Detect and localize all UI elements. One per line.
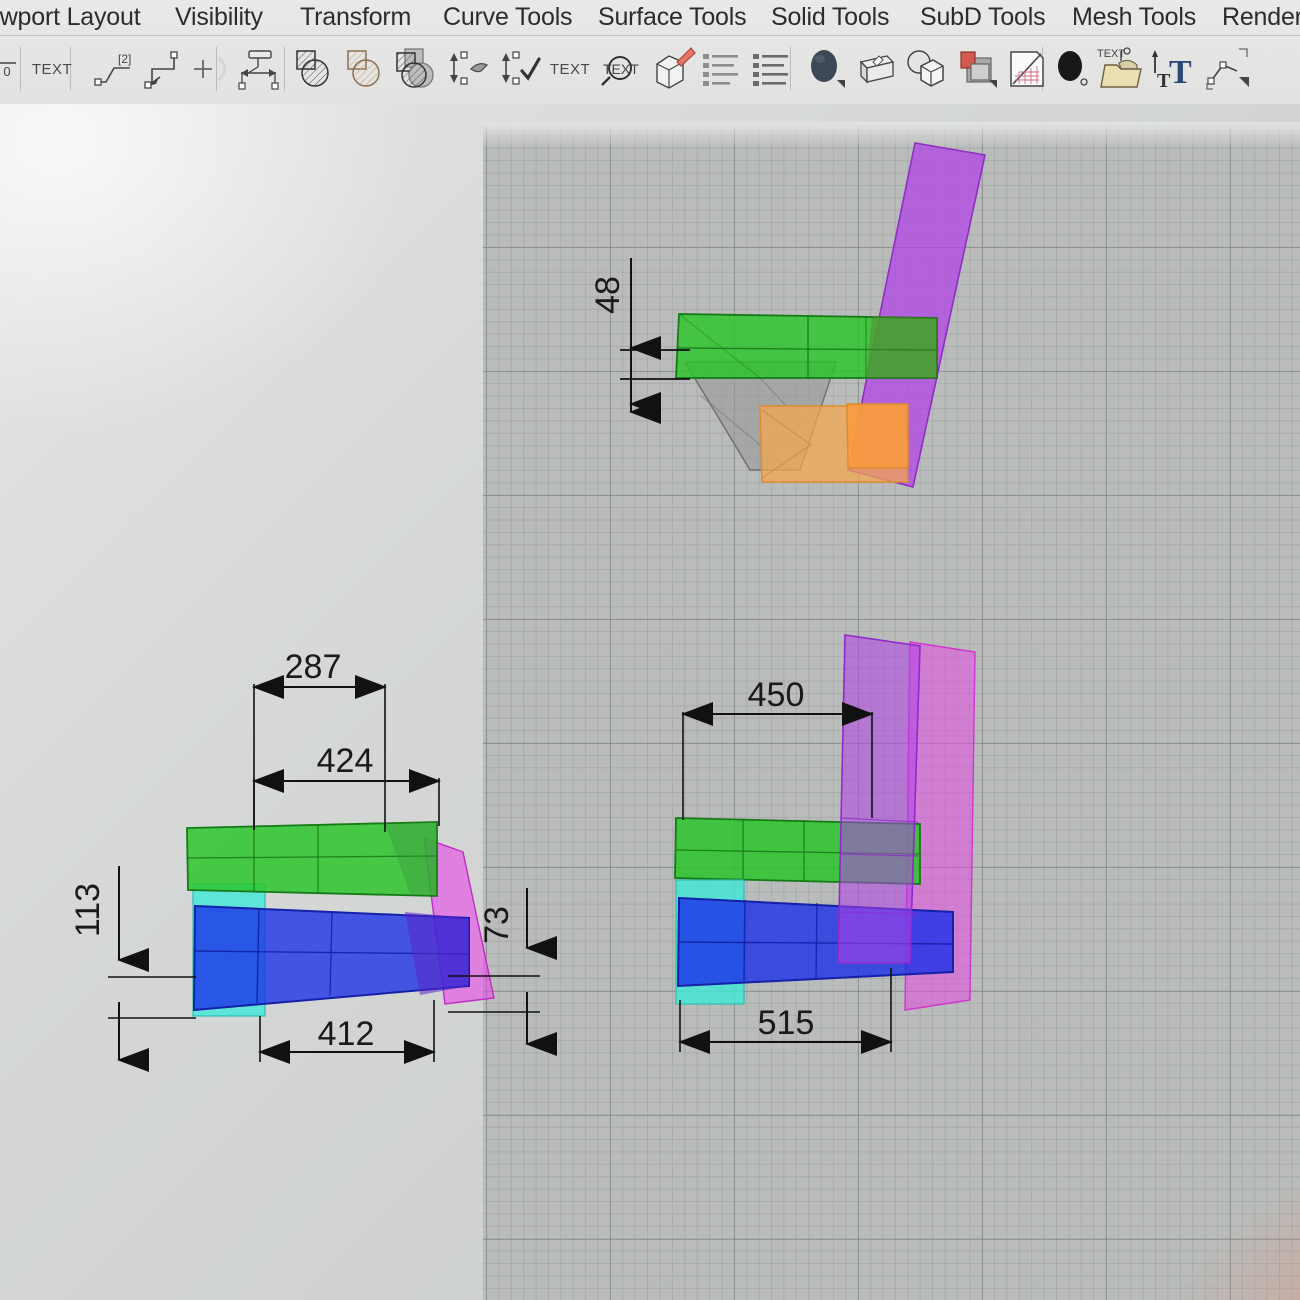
menu-bar: ewport Layout Visibility Transform Curve… [0, 0, 1300, 36]
boolean-intersect-icon[interactable] [392, 37, 444, 101]
svg-text:[2]: [2] [118, 52, 131, 66]
viewport-grid [483, 122, 1300, 1300]
text-dimension-label: TEXT [31, 60, 73, 78]
material-sphere-icon[interactable] [1050, 37, 1096, 101]
svg-text:0: 0 [3, 64, 10, 79]
box-paint-icon[interactable] [648, 37, 698, 101]
text-search-icon[interactable]: TEXT [596, 37, 646, 101]
extrude-curve-icon[interactable] [444, 37, 494, 101]
menu-visibility[interactable]: Visibility [175, 0, 263, 36]
menu-render-tools[interactable]: Render T [1222, 0, 1300, 36]
text-dimension-icon[interactable]: TEXT [28, 37, 76, 101]
toolbar-separator [284, 47, 285, 91]
layers-list-icon[interactable] [748, 37, 794, 101]
extrude-check-icon[interactable] [496, 37, 544, 101]
render-sphere-icon[interactable] [802, 37, 850, 101]
menu-transform[interactable]: Transform [300, 0, 411, 36]
text-object-icon[interactable]: TEXT [546, 37, 594, 101]
properties-list-icon[interactable] [698, 37, 744, 101]
print-icon[interactable] [852, 37, 900, 101]
menu-subd-tools[interactable]: SubD Tools [920, 0, 1046, 36]
tool-strip: 0 TEXT [2] TEXT TEXT TEXT T T [0, 37, 1300, 103]
svg-text:T: T [1169, 54, 1192, 91]
sphere-box-icon[interactable] [902, 37, 950, 101]
menu-divider [0, 35, 1300, 36]
boolean-difference-icon[interactable] [341, 37, 391, 101]
menu-solid-tools[interactable]: Solid Tools [771, 0, 889, 36]
leader-arrow-icon[interactable] [140, 37, 186, 101]
block-edit-icon[interactable] [952, 37, 1002, 101]
dimension-value-icon[interactable]: 0 [0, 37, 22, 101]
application-ribbon: ewport Layout Visibility Transform Curve… [0, 0, 1300, 104]
arc-dimension-icon[interactable] [232, 37, 284, 101]
menu-mesh-tools[interactable]: Mesh Tools [1072, 0, 1196, 36]
menu-curve-tools[interactable]: Curve Tools [443, 0, 573, 36]
polyline-point-icon[interactable] [1202, 37, 1254, 101]
menu-viewport-layout[interactable]: ewport Layout [0, 0, 141, 36]
folder-export-icon[interactable]: TEXT [1096, 37, 1150, 101]
text-object-label: TEXT [549, 60, 591, 78]
text-height-icon[interactable]: T T [1148, 37, 1200, 101]
boolean-union-icon[interactable] [290, 37, 340, 101]
hatch-icon[interactable] [1002, 37, 1050, 101]
viewport-top-fade [483, 122, 1300, 148]
menu-surface-tools[interactable]: Surface Tools [598, 0, 747, 36]
leader-bracket-icon[interactable]: [2] [92, 37, 136, 101]
grid-viewport[interactable] [483, 122, 1300, 1300]
